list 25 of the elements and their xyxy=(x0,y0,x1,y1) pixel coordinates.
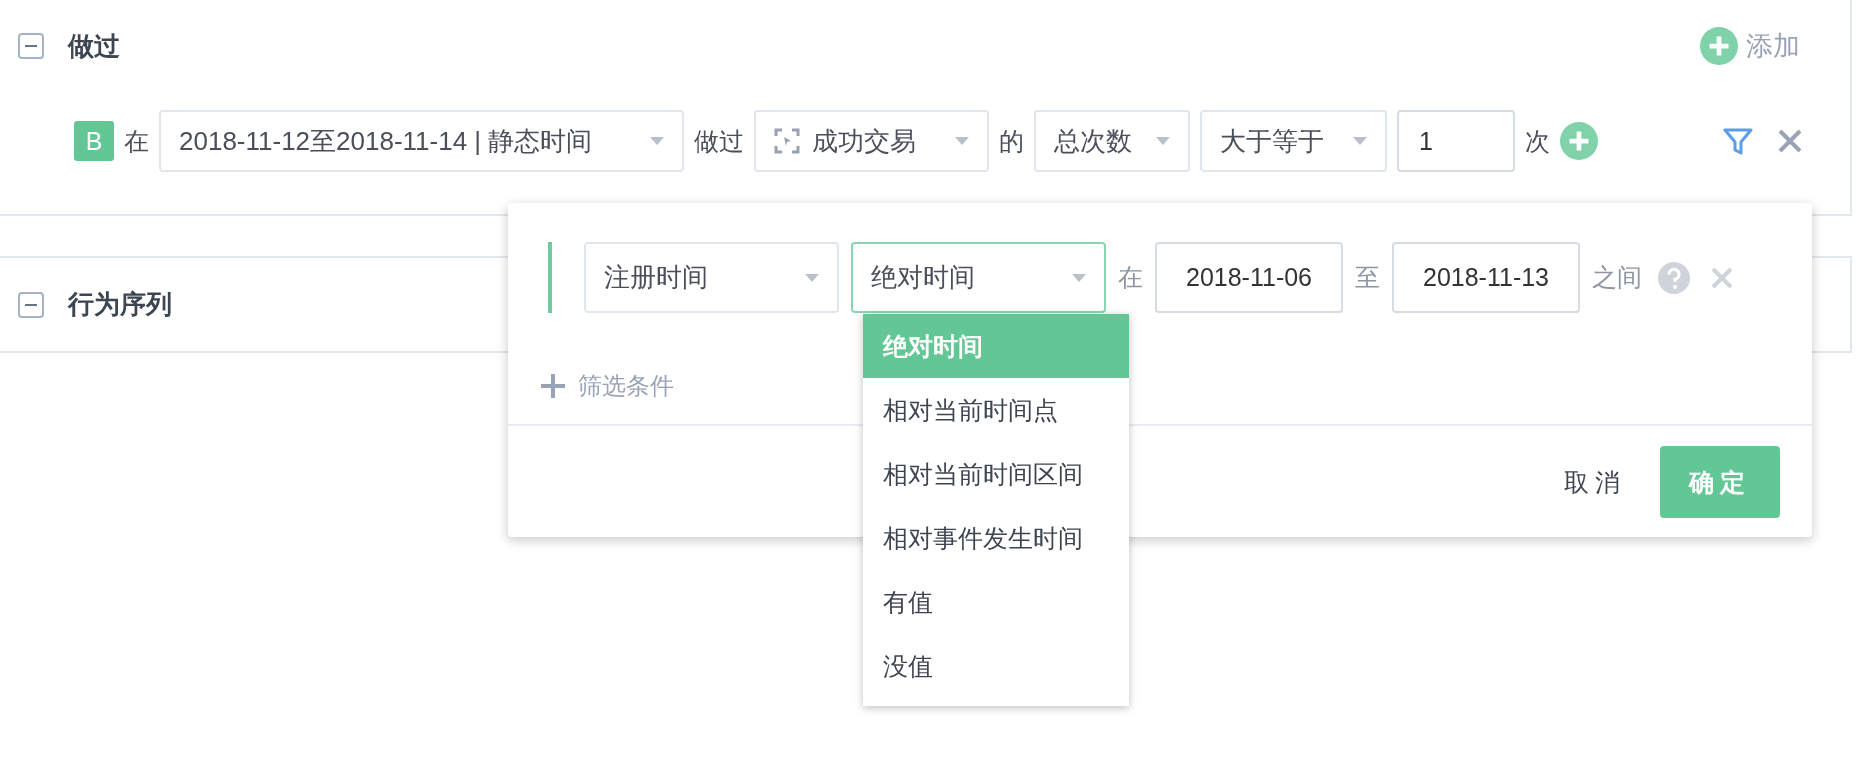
event-select[interactable]: 成功交易 xyxy=(754,110,989,172)
did-label: 做过 xyxy=(694,125,744,157)
section-title: 做过 xyxy=(68,29,120,63)
condition-badge: B xyxy=(74,121,114,161)
start-date-field[interactable]: 2018-11-06 xyxy=(1155,242,1343,313)
count-input[interactable]: 1 xyxy=(1397,110,1515,172)
dropdown-option[interactable]: 没值 xyxy=(863,634,1129,698)
property-select[interactable]: 注册时间 xyxy=(584,242,839,313)
section-title: 行为序列 xyxy=(68,288,172,321)
operator-select[interactable]: 大于等于 xyxy=(1200,110,1387,172)
dropdown-option[interactable]: 相对当前时间点 xyxy=(863,378,1129,442)
cancel-button[interactable]: 取消 xyxy=(1564,465,1626,499)
metric-select[interactable]: 总次数 xyxy=(1034,110,1190,172)
end-date-field[interactable]: 2018-11-13 xyxy=(1392,242,1580,313)
time-type-select[interactable]: 绝对时间 xyxy=(851,242,1106,313)
dropdown-option[interactable]: 相对事件发生时间 xyxy=(863,506,1129,570)
dropdown-option[interactable]: 有值 xyxy=(863,570,1129,634)
in-label: 在 xyxy=(1118,262,1143,293)
dropdown-option[interactable]: 相对当前时间区间 xyxy=(863,442,1129,506)
unit-label: 次 xyxy=(1525,125,1550,157)
to-label: 至 xyxy=(1355,262,1380,293)
time-range-select[interactable]: 2018-11-12至2018-11-14 | 静态时间 xyxy=(159,110,684,172)
between-label: 之间 xyxy=(1592,262,1642,293)
prefix-label: 在 xyxy=(124,125,149,157)
of-label: 的 xyxy=(999,125,1024,157)
